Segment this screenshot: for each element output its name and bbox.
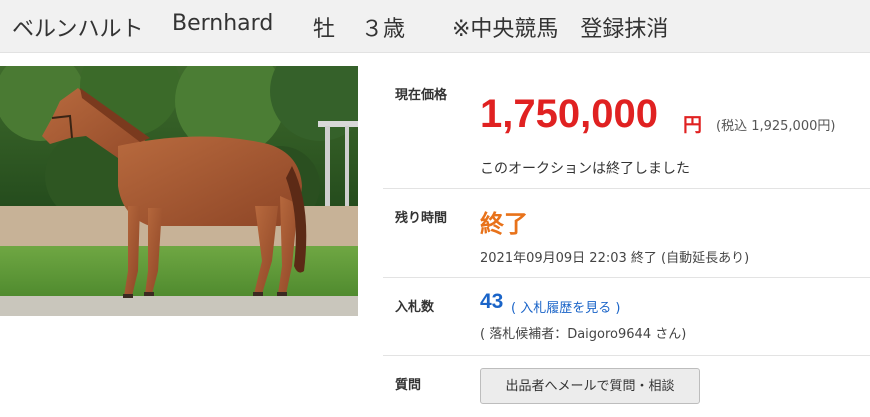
bid-history-link[interactable]: ( 入札履歴を見る )	[511, 297, 620, 316]
question-label: 質問	[395, 378, 422, 393]
remaining-time-row: 残り時間 終了 2021年09月09日 22:03 終了 (自動延長あり)	[383, 189, 870, 278]
horse-image	[0, 66, 358, 316]
bids-row: 入札数 43 ( 入札履歴を見る ) ( 落札候補者：Daigoro9644 さ…	[383, 278, 870, 356]
registration-status: ※中央競馬 登録抹消	[452, 17, 669, 42]
horse-name-english: Bernhard	[172, 11, 274, 36]
auction-ended-message: このオークションは終了しました	[480, 161, 690, 177]
remaining-time-value: 終了	[480, 210, 528, 238]
horse-photo[interactable]	[0, 66, 358, 316]
price-tax-included: (税込 1,925,000円)	[716, 119, 836, 134]
auction-info-panel: 現在価格 1,750,000 円 (税込 1,925,000円) このオークショ…	[383, 66, 870, 417]
bids-label: 入札数	[395, 300, 435, 315]
horse-sex: 牡	[313, 17, 336, 42]
winning-bidder: ( 落札候補者：Daigoro9644 さん)	[480, 327, 687, 342]
horse-name-kana: ベルンハルト	[12, 17, 144, 42]
question-row: 質問 出品者へメールで質問・相談	[383, 356, 870, 417]
ask-seller-button[interactable]: 出品者へメールで質問・相談	[480, 368, 700, 404]
price-unit: 円	[683, 114, 703, 136]
end-datetime: 2021年09月09日 22:03 終了 (自動延長あり)	[480, 251, 750, 266]
price-row: 現在価格 1,750,000 円 (税込 1,925,000円) このオークショ…	[383, 66, 870, 189]
horse-age: ３歳	[361, 17, 406, 42]
bid-count: 43	[480, 290, 504, 313]
price-label: 現在価格	[395, 88, 448, 103]
listing-title-bar: ベルンハルト Bernhard 牡 ３歳 ※中央競馬 登録抹消	[0, 0, 870, 53]
current-price: 1,750,000	[480, 92, 658, 136]
remaining-time-label: 残り時間	[395, 211, 448, 226]
